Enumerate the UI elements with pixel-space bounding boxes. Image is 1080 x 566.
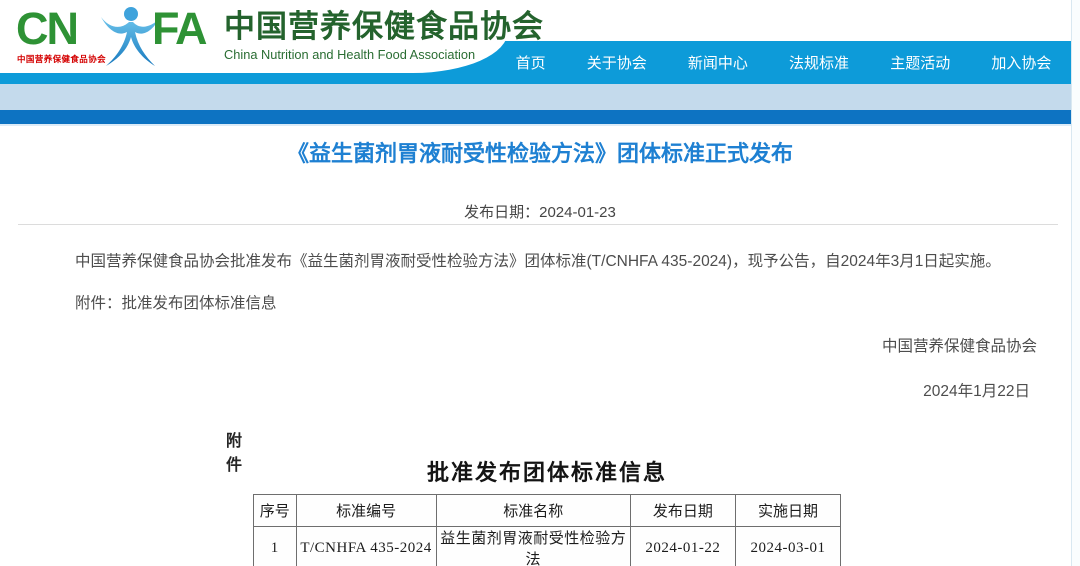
nav-item-regulations[interactable]: 法规标准 (789, 52, 849, 73)
col-header-effect-date: 实施日期 (735, 495, 840, 527)
header-strip-dark (0, 110, 1080, 126)
logo-area[interactable]: CN FA 中国营养保健食品协会 中国营养保健食品协会 China (0, 0, 508, 73)
cell-issue-date: 2024-01-22 (630, 527, 735, 566)
attachment-reference: 附件：批准发布团体标准信息 (75, 291, 277, 313)
cnhfa-logo: CN FA 中国营养保健食品协会 (16, 4, 226, 70)
cell-number: T/CNHFA 435-2024 (296, 527, 436, 566)
scrollbar[interactable] (1071, 0, 1080, 566)
table-row: 1 T/CNHFA 435-2024 益生菌剂胃液耐受性检验方法 2024-01… (254, 527, 841, 566)
nav-item-activities[interactable]: 主题活动 (890, 52, 950, 73)
signature-date: 2024年1月22日 (923, 379, 1030, 401)
cell-effect-date: 2024-03-01 (735, 527, 840, 566)
org-name-english: China Nutrition and Health Food Associat… (224, 47, 544, 62)
page-title: 《益生菌剂胃液耐受性检验方法》团体标准正式发布 (0, 136, 1080, 168)
logo-acronym-cn: CN (16, 6, 77, 51)
cell-index: 1 (254, 527, 297, 566)
org-names: 中国营养保健食品协会 China Nutrition and Health Fo… (224, 10, 544, 62)
logo-acronym-fa: FA (152, 6, 206, 51)
page: 首页 关于协会 新闻中心 法规标准 主题活动 加入协会 CN (0, 0, 1080, 566)
signature-organization: 中国营养保健食品协会 (882, 334, 1037, 356)
nav-items: 首页 关于协会 新闻中心 法规标准 主题活动 加入协会 (495, 41, 1072, 84)
table-header-row: 序号 标准编号 标准名称 发布日期 实施日期 (254, 495, 841, 527)
divider (18, 224, 1058, 225)
publish-date: 发布日期：2024-01-23 (0, 201, 1080, 222)
nav-item-about[interactable]: 关于协会 (587, 52, 647, 73)
nav-item-join[interactable]: 加入协会 (991, 52, 1051, 73)
col-header-index: 序号 (254, 495, 297, 527)
col-header-issue-date: 发布日期 (630, 495, 735, 527)
attachment-table-title: 批准发布团体标准信息 (253, 455, 841, 487)
attachment-label: 附件 (226, 427, 242, 475)
org-name-chinese: 中国营养保健食品协会 (224, 10, 544, 44)
logo-seal-text: 中国营养保健食品协会 (17, 53, 119, 65)
article-body: 中国营养保健食品协会批准发布《益生菌剂胃液耐受性检验方法》团体标准(T/CNHF… (75, 250, 1035, 273)
header-strip-light (0, 84, 1080, 110)
standards-table: 序号 标准编号 标准名称 发布日期 实施日期 1 T/CNHFA 435-202… (253, 494, 841, 566)
nav-item-news[interactable]: 新闻中心 (688, 52, 748, 73)
col-header-name: 标准名称 (436, 495, 630, 527)
col-header-number: 标准编号 (296, 495, 436, 527)
cell-name: 益生菌剂胃液耐受性检验方法 (436, 527, 630, 566)
